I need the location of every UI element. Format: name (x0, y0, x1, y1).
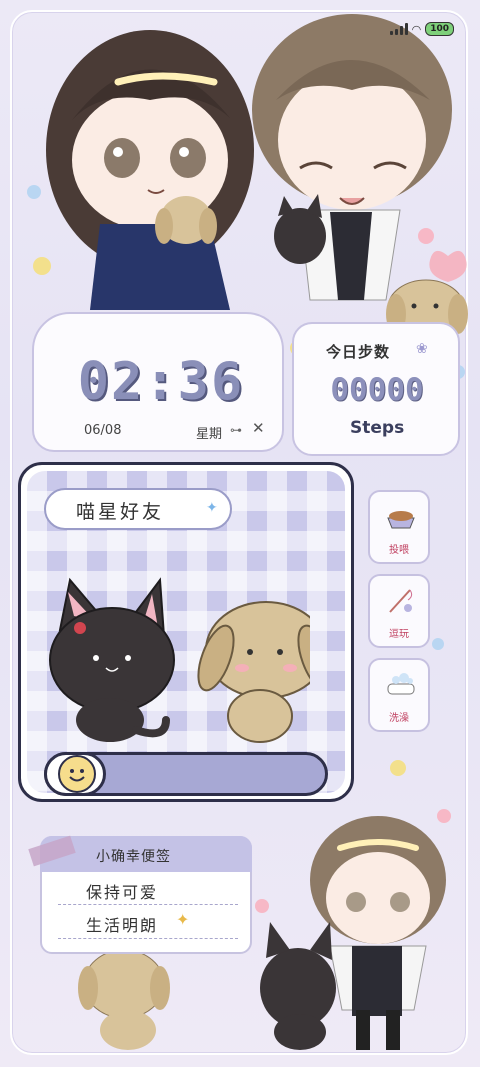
sparkle-icon: ✦ (206, 500, 218, 516)
close-sparkle-icon: ✕ (252, 419, 265, 437)
feed-button[interactable]: 投喂 (368, 490, 430, 564)
wifi-icon: ◠ (411, 22, 422, 36)
tan-puppy-pet[interactable] (191, 601, 310, 743)
clock-date: 06/08 (84, 423, 122, 438)
steps-label: Steps (350, 418, 405, 438)
heart-sticker (429, 250, 467, 282)
note-divider (58, 904, 238, 905)
clock-time: 02:36 (77, 352, 245, 412)
black-kitten-small (274, 194, 326, 264)
bone-icon: ⊶ (230, 423, 242, 437)
bath-label: 洗澡 (389, 713, 409, 724)
note-divider-2 (58, 938, 238, 939)
bath-button[interactable]: 洗澡 (368, 658, 430, 732)
black-cat-pet[interactable] (49, 577, 175, 742)
cat-teaser-wand-icon (389, 589, 413, 613)
note-line-1: 保持可爱 (86, 883, 159, 902)
star-icon: ✦ (176, 910, 190, 929)
pet-title: 喵星好友 (76, 501, 165, 523)
note-title: 小确幸便签 (96, 849, 171, 865)
clock-weekday: 星期 (196, 427, 223, 442)
pet-food-bowl-icon (387, 511, 415, 529)
pet-scene (49, 577, 310, 743)
status-bar: ◠ 100 (389, 22, 454, 36)
signal-icon (389, 23, 408, 35)
paw-icon: ❀ (416, 341, 428, 357)
note-line-2: 生活明朗 (86, 916, 159, 935)
tan-puppy-bottom (78, 949, 170, 1050)
battery-indicator: 100 (425, 22, 454, 36)
steps-title: 今日步数 (326, 343, 391, 361)
smiley-icon (58, 755, 96, 793)
play-button[interactable]: 逗玩 (368, 574, 430, 648)
feed-label: 投喂 (389, 545, 409, 556)
bathtub-icon (387, 673, 415, 695)
steps-count: 00000 (330, 372, 424, 408)
girl-character (46, 30, 254, 310)
play-label: 逗玩 (389, 629, 409, 640)
black-cat-bottom (260, 922, 336, 1050)
boy-character (252, 14, 452, 301)
